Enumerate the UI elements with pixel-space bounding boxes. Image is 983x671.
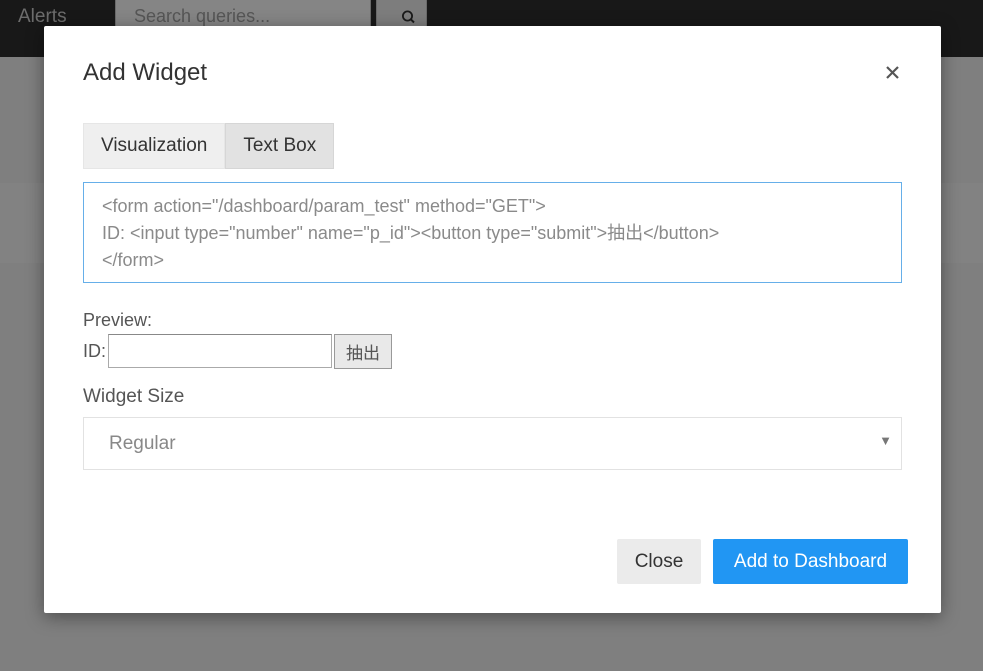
- close-icon: [886, 66, 899, 79]
- dialog-close-button[interactable]: [882, 62, 904, 84]
- close-button[interactable]: Close: [617, 539, 701, 584]
- add-to-dashboard-button[interactable]: Add to Dashboard: [713, 539, 908, 584]
- preview-submit-button[interactable]: 抽出: [334, 333, 393, 369]
- add-widget-dialog: Add Widget Visualization Text Box <form …: [44, 26, 941, 613]
- text-box-editor[interactable]: <form action="/dashboard/param_test" met…: [83, 182, 902, 283]
- widget-size-value: Regular: [109, 433, 176, 454]
- preview-id-label: ID:: [83, 340, 107, 361]
- dialog-title: Add Widget: [83, 59, 208, 86]
- preview-id-input[interactable]: [108, 334, 333, 368]
- widget-size-select[interactable]: Regular ▼: [83, 417, 902, 470]
- tab-text-box[interactable]: Text Box: [225, 123, 335, 169]
- preview-label: Preview:: [83, 310, 153, 330]
- widget-type-tabs: Visualization Text Box: [83, 123, 335, 169]
- chevron-down-icon: ▼: [879, 433, 892, 448]
- preview-area: ID: 抽出: [83, 333, 393, 369]
- widget-size-label: Widget Size: [83, 386, 185, 407]
- tab-visualization[interactable]: Visualization: [83, 123, 226, 169]
